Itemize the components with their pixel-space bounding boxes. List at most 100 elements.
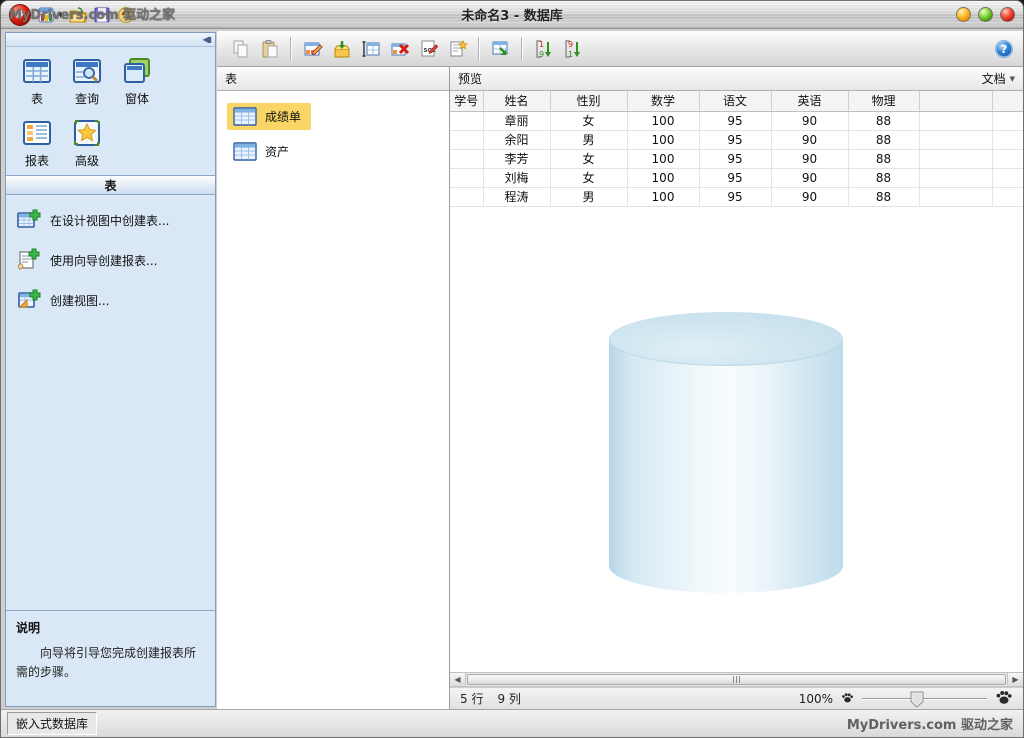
scrollbar-track[interactable] [466,673,1007,686]
database-mode-label: 嵌入式数据库 [7,712,97,735]
grid-cell[interactable] [992,149,1023,168]
design-table-icon[interactable] [299,35,326,62]
grid-cell[interactable]: 女 [550,111,627,130]
watermark-bottom: MyDrivers.com 驱动之家 [847,714,1017,733]
object-type-table[interactable]: 表 [12,55,62,107]
import-icon[interactable] [328,35,355,62]
copy-icon[interactable] [227,35,254,62]
grid-cell[interactable]: 95 [699,149,771,168]
grid-header-cell[interactable]: 数学 [627,91,699,111]
grid-cell[interactable]: 90 [771,168,848,187]
app-menu-icon[interactable] [37,6,55,24]
zoom-in-paw-icon[interactable] [995,688,1013,709]
grid-cell[interactable]: 88 [848,187,919,206]
grid-cell[interactable]: 女 [550,149,627,168]
table-list-item[interactable]: 资产 [227,138,299,165]
task-create-report-wizard[interactable]: 使用向导创建报表... [16,247,207,273]
grid-cell[interactable] [992,187,1023,206]
grid-cell[interactable]: 95 [699,168,771,187]
grid-cell[interactable]: 余阳 [483,130,550,149]
scroll-right-icon[interactable]: ▶ [1007,673,1023,686]
grid-header-cell[interactable] [992,91,1023,111]
grid-cell[interactable]: 95 [699,130,771,149]
sql-icon[interactable]: SQL [415,35,442,62]
grid-cell[interactable]: 90 [771,130,848,149]
grid-cell[interactable]: 刘梅 [483,168,550,187]
grid-cell[interactable] [450,187,483,206]
grid-header-cell[interactable]: 语文 [699,91,771,111]
grid-cell[interactable]: 95 [699,187,771,206]
grid-cell[interactable] [992,111,1023,130]
paste-icon[interactable] [256,35,283,62]
grid-cell[interactable]: 90 [771,111,848,130]
grid-cell[interactable]: 100 [627,168,699,187]
document-dropdown[interactable]: 文档 ▼ [982,70,1015,87]
sort-descending-icon[interactable]: 91 [559,35,586,62]
new-report-icon[interactable] [444,35,471,62]
grid-cell[interactable]: 100 [627,187,699,206]
grid-cell[interactable]: 李芳 [483,149,550,168]
grid-cell[interactable]: 女 [550,168,627,187]
table-list-item[interactable]: 成绩单 [227,103,311,130]
undo-icon[interactable] [117,6,135,24]
panel-collapse-strip: ◀▮ [6,33,215,47]
grid-cell[interactable]: 88 [848,111,919,130]
grid-cell[interactable] [450,168,483,187]
grid-cell[interactable]: 90 [771,149,848,168]
grid-cell[interactable]: 88 [848,149,919,168]
scrollbar-thumb[interactable] [467,674,1006,685]
grid-cell[interactable] [919,130,992,149]
grid-cell[interactable]: 88 [848,168,919,187]
zoom-slider-thumb[interactable] [910,691,924,711]
grid-cell[interactable] [992,168,1023,187]
app-menu-dropdown-icon[interactable]: ▼ [58,11,63,19]
object-type-form[interactable]: 窗体 [112,55,162,107]
object-type-report[interactable]: 报表 [12,117,62,169]
grid-cell[interactable]: 程涛 [483,187,550,206]
insert-column-icon[interactable] [357,35,384,62]
grid-cell[interactable]: 男 [550,130,627,149]
collapse-panel-icon[interactable]: ◀▮ [202,36,211,44]
grid-header-cell[interactable]: 姓名 [483,91,550,111]
grid-cell[interactable] [919,187,992,206]
grid-cell[interactable]: 100 [627,149,699,168]
maximize-button[interactable] [978,7,993,22]
grid-cell[interactable]: 男 [550,187,627,206]
grid-cell[interactable]: 章丽 [483,111,550,130]
sort-ascending-icon[interactable]: 19 [530,35,557,62]
grid-cell[interactable] [919,149,992,168]
grid-cell[interactable]: 95 [699,111,771,130]
grid-header-cell[interactable]: 英语 [771,91,848,111]
grid-cell[interactable] [919,111,992,130]
delete-table-icon[interactable] [386,35,413,62]
zoom-out-paw-icon[interactable] [841,691,854,707]
app-logo-icon[interactable] [9,4,31,26]
grid-cell[interactable] [450,130,483,149]
object-type-advanced[interactable]: 高级 [62,117,112,169]
svg-text:?: ? [1000,43,1006,56]
grid-header-cell[interactable]: 学号 [450,91,483,111]
object-type-query[interactable]: 查询 [62,55,112,107]
save-icon[interactable] [93,6,111,24]
grid-cell[interactable] [992,130,1023,149]
export-icon[interactable] [487,35,514,62]
grid-cell[interactable]: 90 [771,187,848,206]
grid-cell[interactable] [450,111,483,130]
open-icon[interactable] [69,6,87,24]
minimize-button[interactable] [956,7,971,22]
grid-header-cell[interactable] [919,91,992,111]
grid-header-cell[interactable]: 物理 [848,91,919,111]
close-button[interactable] [1000,7,1015,22]
grid-cell[interactable]: 88 [848,130,919,149]
grid-cell[interactable] [919,168,992,187]
scroll-left-icon[interactable]: ◀ [450,673,466,686]
help-icon[interactable]: ? [990,35,1017,62]
grid-cell[interactable]: 100 [627,130,699,149]
horizontal-scrollbar[interactable]: ◀ ▶ [450,672,1023,687]
grid-cell[interactable]: 100 [627,111,699,130]
task-create-table-design-view[interactable]: 在设计视图中创建表... [16,207,207,233]
zoom-slider[interactable] [862,692,987,706]
grid-header-cell[interactable]: 性别 [550,91,627,111]
grid-cell[interactable] [450,149,483,168]
task-create-view[interactable]: 创建视图... [16,287,207,313]
